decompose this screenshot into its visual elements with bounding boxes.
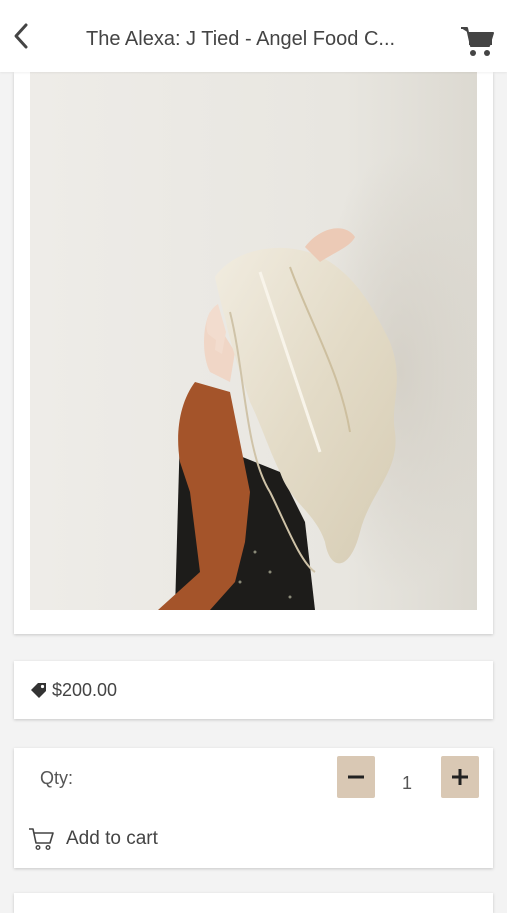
product-image[interactable] bbox=[30, 72, 477, 610]
product-image-card bbox=[14, 72, 493, 634]
add-to-cart-button[interactable]: Add to cart bbox=[28, 824, 158, 854]
cart-outline-icon bbox=[29, 828, 54, 851]
shopping-cart-icon bbox=[461, 27, 494, 56]
chevron-left-icon bbox=[14, 23, 28, 49]
product-photo-illustration bbox=[30, 72, 477, 610]
back-button[interactable] bbox=[6, 20, 36, 52]
purchase-card: Qty: 1 Add to cart bbox=[14, 748, 493, 868]
tag-icon bbox=[31, 683, 46, 698]
page-title: The Alexa: J Tied - Angel Food C... bbox=[86, 28, 396, 50]
price-card: $200.00 bbox=[14, 661, 493, 719]
qty-value: 1 bbox=[402, 773, 413, 793]
qty-increment-button[interactable] bbox=[441, 756, 479, 798]
product-price: $200.00 bbox=[52, 680, 118, 700]
minus-icon bbox=[348, 775, 364, 779]
next-card bbox=[14, 893, 493, 913]
qty-label: Qty: bbox=[40, 768, 74, 788]
top-bar: The Alexa: J Tied - Angel Food C... bbox=[0, 0, 507, 72]
add-to-cart-label: Add to cart bbox=[66, 828, 158, 849]
cart-button[interactable] bbox=[459, 24, 495, 60]
qty-decrement-button[interactable] bbox=[337, 756, 375, 798]
plus-icon bbox=[452, 769, 468, 785]
